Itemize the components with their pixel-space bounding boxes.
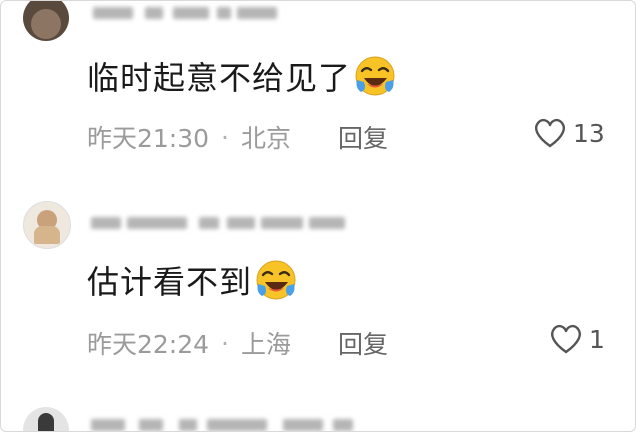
comment-time: 昨天22:24 bbox=[87, 330, 210, 359]
heart-icon bbox=[535, 118, 565, 148]
comment-meta: 昨天21:30 · 北京 bbox=[87, 119, 291, 155]
username-blurred[interactable] bbox=[87, 1, 367, 27]
comment-text-content: 临时起意不给见了 bbox=[87, 59, 352, 97]
comment-meta: 昨天22:24 · 上海 bbox=[87, 325, 291, 361]
reply-button[interactable]: 回复 bbox=[338, 119, 388, 155]
comment-time: 昨天21:30 bbox=[87, 124, 210, 153]
reply-button[interactable]: 回复 bbox=[338, 325, 388, 361]
comment-text-content: 估计看不到 bbox=[87, 263, 253, 301]
username-blurred[interactable] bbox=[87, 413, 367, 431]
avatar[interactable] bbox=[23, 1, 69, 41]
meta-separator: · bbox=[221, 328, 229, 358]
heart-icon bbox=[551, 324, 581, 354]
comment-text: 估计看不到 bbox=[87, 257, 298, 303]
avatar[interactable] bbox=[23, 407, 69, 431]
avatar[interactable] bbox=[23, 201, 71, 249]
comment-text: 临时起意不给见了 bbox=[87, 53, 397, 99]
username-blurred[interactable] bbox=[87, 211, 367, 237]
comment-location: 北京 bbox=[241, 124, 292, 153]
like-count: 1 bbox=[589, 324, 605, 354]
grinning-tears-emoji-icon bbox=[355, 56, 395, 96]
like-count: 13 bbox=[573, 118, 605, 148]
meta-separator: · bbox=[221, 122, 229, 152]
like-button[interactable]: 13 bbox=[533, 117, 605, 149]
like-button[interactable]: 1 bbox=[549, 323, 605, 355]
comment-location: 上海 bbox=[241, 330, 292, 359]
comment-list: 临时起意不给见了 昨天21:30 · 北京 回复 13 估计看不到 昨天22:2… bbox=[0, 0, 636, 432]
grinning-tears-emoji-icon bbox=[256, 260, 296, 300]
